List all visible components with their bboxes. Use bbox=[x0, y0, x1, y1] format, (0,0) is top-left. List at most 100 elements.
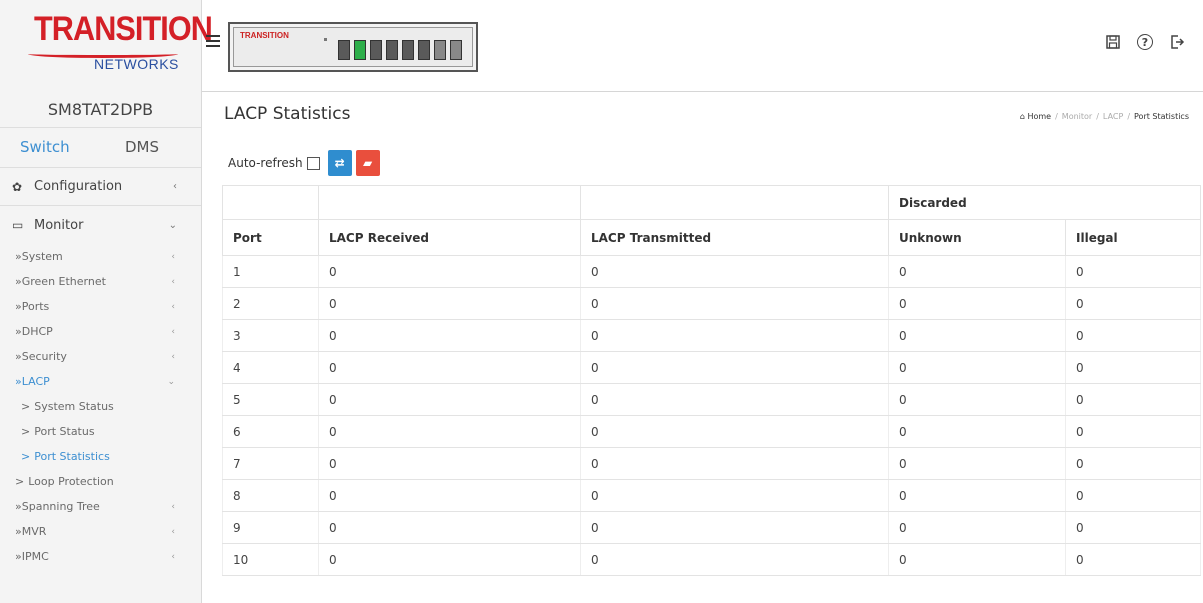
save-icon[interactable] bbox=[1105, 34, 1121, 50]
sidebar-item-mvr[interactable]: » MVR ‹ bbox=[0, 519, 201, 544]
breadcrumb-current: Port Statistics bbox=[1134, 112, 1189, 121]
refresh-icon: ⇄ bbox=[334, 156, 345, 170]
breadcrumb-lacp[interactable]: LACP bbox=[1103, 112, 1123, 121]
header-lacp-transmitted: LACP Transmitted bbox=[580, 219, 889, 256]
breadcrumb-separator: / bbox=[1096, 112, 1099, 121]
cell-port: 3 bbox=[222, 319, 319, 352]
table-header-row: Port LACP Received LACP Transmitted Unkn… bbox=[222, 219, 1201, 256]
sidebar-item-system-status[interactable]: > System Status bbox=[0, 394, 201, 419]
brand-logo[interactable]: TRANSITION NETWORKS bbox=[0, 0, 213, 92]
cell-port: 9 bbox=[222, 511, 319, 544]
cell-unknown: 0 bbox=[888, 351, 1066, 384]
cell-received: 0 bbox=[318, 511, 581, 544]
cell-transmitted: 0 bbox=[580, 511, 889, 544]
cell-port: 2 bbox=[222, 287, 319, 320]
chevron-left-icon: ‹ bbox=[171, 501, 175, 512]
sidebar-item-label: MVR bbox=[21, 525, 47, 538]
chevron-left-icon: ‹ bbox=[171, 551, 175, 562]
chevron-left-icon: ‹ bbox=[173, 181, 177, 192]
hamburger-menu-icon[interactable] bbox=[206, 35, 220, 47]
sidebar-item-ipmc[interactable]: » IPMC ‹ bbox=[0, 544, 201, 569]
table-row: 20000 bbox=[222, 287, 1201, 320]
cell-unknown: 0 bbox=[888, 543, 1066, 576]
cell-unknown: 0 bbox=[888, 255, 1066, 288]
device-port-icon[interactable] bbox=[370, 40, 382, 60]
logo-subtext: NETWORKS bbox=[94, 56, 179, 72]
cell-unknown: 0 bbox=[888, 415, 1066, 448]
sidebar-item-configuration[interactable]: ✿ Configuration ‹ bbox=[0, 168, 201, 206]
refresh-button[interactable]: ⇄ bbox=[327, 150, 352, 176]
device-port-icon[interactable] bbox=[418, 40, 430, 60]
sidebar-item-dhcp[interactable]: » DHCP ‹ bbox=[0, 319, 201, 344]
tab-switch[interactable]: Switch bbox=[0, 128, 90, 167]
sidebar-item-monitor[interactable]: ▭ Monitor ⌄ bbox=[0, 206, 201, 244]
auto-refresh-checkbox[interactable] bbox=[306, 156, 320, 170]
table-row: 10 0 0 0 0 bbox=[222, 543, 1201, 576]
sidebar-item-security[interactable]: » Security ‹ bbox=[0, 344, 201, 369]
chevron-left-icon: ‹ bbox=[171, 276, 175, 287]
clear-button[interactable]: ▰ bbox=[355, 150, 380, 176]
top-header: TRANSITION NETWORKS TRANSITION ? bbox=[0, 0, 1203, 92]
device-port-icon[interactable] bbox=[338, 40, 350, 60]
header-toolbar: ? bbox=[1105, 34, 1185, 50]
cell-received: 0 bbox=[318, 255, 581, 288]
header-spacer bbox=[318, 185, 581, 220]
device-sfp-port-icon[interactable] bbox=[434, 40, 446, 60]
sidebar-item-label: Spanning Tree bbox=[21, 500, 100, 513]
table-header-row: Discarded bbox=[222, 185, 1201, 220]
cell-received: 0 bbox=[318, 479, 581, 512]
sidebar-item-system[interactable]: » System ‹ bbox=[0, 244, 201, 269]
cell-received: 0 bbox=[318, 351, 581, 384]
sidebar-item-port-status[interactable]: > Port Status bbox=[0, 419, 201, 444]
device-panel-image[interactable]: TRANSITION bbox=[228, 22, 478, 72]
device-port-icon[interactable] bbox=[402, 40, 414, 60]
sidebar-item-port-statistics[interactable]: > Port Statistics bbox=[0, 444, 201, 469]
cell-illegal: 0 bbox=[1065, 319, 1201, 352]
discarded-group-header: Discarded bbox=[888, 185, 1201, 220]
sidebar-item-label: DHCP bbox=[21, 325, 53, 338]
cell-received: 0 bbox=[318, 415, 581, 448]
cell-illegal: 0 bbox=[1065, 351, 1201, 384]
cell-illegal: 0 bbox=[1065, 255, 1201, 288]
sidebar-item-label: Green Ethernet bbox=[21, 275, 106, 288]
table-row: 30000 bbox=[222, 319, 1201, 352]
header-lacp-received: LACP Received bbox=[318, 219, 581, 256]
cell-unknown: 0 bbox=[888, 511, 1066, 544]
logout-icon[interactable] bbox=[1169, 34, 1185, 50]
device-port-icon[interactable] bbox=[386, 40, 398, 60]
sidebar-item-green-ethernet[interactable]: » Green Ethernet ‹ bbox=[0, 269, 201, 294]
cell-transmitted: 0 bbox=[580, 255, 889, 288]
breadcrumb-home[interactable]: ⌂ Home bbox=[1020, 112, 1051, 121]
auto-refresh-label: Auto-refresh bbox=[228, 156, 303, 170]
chevron-left-icon: ‹ bbox=[171, 251, 175, 262]
chevron-left-icon: ‹ bbox=[171, 301, 175, 312]
sidebar-item-label: System bbox=[21, 250, 63, 263]
help-icon[interactable]: ? bbox=[1137, 34, 1153, 50]
header-illegal: Illegal bbox=[1065, 219, 1201, 256]
sidebar-item-loop-protection[interactable]: > Loop Protection bbox=[0, 469, 201, 494]
cell-unknown: 0 bbox=[888, 319, 1066, 352]
sidebar-item-label: Ports bbox=[21, 300, 50, 313]
sidebar-item-ports[interactable]: » Ports ‹ bbox=[0, 294, 201, 319]
chevron-left-icon: ‹ bbox=[171, 326, 175, 337]
refresh-controls: Auto-refresh ⇄ ▰ bbox=[228, 148, 384, 178]
table-row: 50000 bbox=[222, 383, 1201, 416]
sidebar-item-spanning-tree[interactable]: » Spanning Tree ‹ bbox=[0, 494, 201, 519]
logo-text: TRANSITION bbox=[34, 10, 213, 48]
tab-dms[interactable]: DMS bbox=[90, 128, 202, 167]
sidebar-item-lacp[interactable]: » LACP ⌄ bbox=[0, 369, 201, 394]
chevron-left-icon: ‹ bbox=[171, 351, 175, 362]
table-row: 10000 bbox=[222, 255, 1201, 288]
breadcrumb-monitor[interactable]: Monitor bbox=[1062, 112, 1092, 121]
sidebar: SM8TAT2DPB Switch DMS ✿ Configuration ‹ … bbox=[0, 92, 202, 603]
breadcrumb: ⌂ Home / Monitor / LACP / Port Statistic… bbox=[1020, 112, 1189, 121]
header-spacer bbox=[580, 185, 889, 220]
cell-unknown: 0 bbox=[888, 287, 1066, 320]
device-sfp-port-icon[interactable] bbox=[450, 40, 462, 60]
cell-illegal: 0 bbox=[1065, 287, 1201, 320]
sidebar-item-label: System Status bbox=[34, 400, 114, 413]
cell-received: 0 bbox=[318, 319, 581, 352]
cell-unknown: 0 bbox=[888, 479, 1066, 512]
device-port-icon[interactable] bbox=[354, 40, 366, 60]
lacp-statistics-table: Discarded Port LACP Received LACP Transm… bbox=[222, 185, 1201, 576]
